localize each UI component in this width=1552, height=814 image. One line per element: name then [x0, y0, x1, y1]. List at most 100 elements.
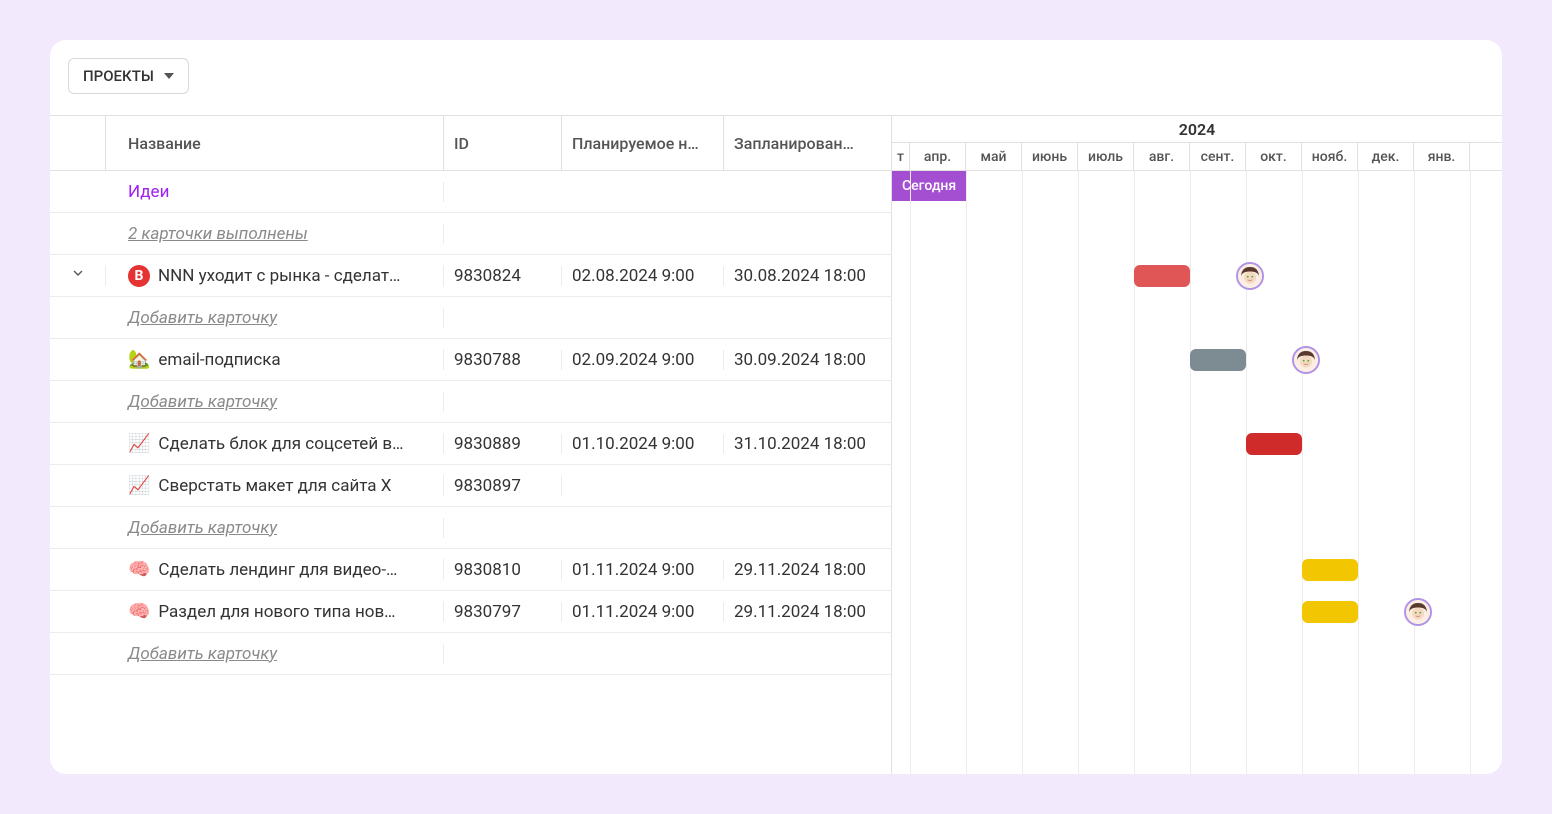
task-id-cell[interactable]: 9830810 — [444, 560, 562, 580]
months-header: тапр.майиюньиюльавг.сент.окт.нояб.дек.ян… — [892, 143, 1502, 171]
priority-badge: B — [128, 265, 150, 287]
table-row[interactable]: 📈 Сверстать макет для сайта Х 9830897 — [50, 465, 891, 507]
projects-dropdown-label: ПРОЕКТЫ — [83, 67, 154, 85]
month-cell: окт. — [1246, 143, 1302, 170]
grid-line — [910, 171, 911, 774]
month-cell: сент. — [1190, 143, 1246, 170]
task-start-cell[interactable]: 02.09.2024 9:00 — [562, 350, 724, 370]
timeline-pane[interactable]: 2024 тапр.майиюньиюльавг.сент.окт.нояб.д… — [892, 115, 1502, 774]
gantt-bar[interactable] — [1302, 559, 1358, 581]
month-cell: май — [966, 143, 1022, 170]
month-cell-partial: т — [892, 143, 910, 170]
done-cards-link[interactable]: 2 карточки выполнены — [106, 224, 444, 244]
assignee-avatar[interactable] — [1292, 346, 1320, 374]
group-title-row: Идеи — [50, 171, 891, 213]
gantt-bar[interactable] — [1302, 601, 1358, 623]
gantt-bar[interactable] — [1134, 265, 1190, 287]
task-emoji-icon: 🧠 — [128, 559, 150, 580]
grid-line — [1358, 171, 1359, 774]
add-card-link[interactable]: Добавить карточку — [106, 518, 444, 538]
add-card-row: Добавить карточку — [50, 507, 891, 549]
task-end-cell[interactable]: 30.08.2024 18:00 — [724, 266, 892, 286]
task-name-cell[interactable]: B NNN уходит с рынка - сделат… — [106, 265, 444, 287]
assignee-avatar[interactable] — [1404, 598, 1432, 626]
gantt-container: Название ID Планируемое н… Запланирован…… — [50, 115, 1502, 774]
gantt-bar[interactable] — [1246, 433, 1302, 455]
timeline-body: Сегодня — [892, 171, 1502, 774]
task-emoji-icon: 🏡 — [128, 349, 150, 370]
grid-line — [1078, 171, 1079, 774]
col-id-header[interactable]: ID — [444, 116, 562, 170]
add-card-link[interactable]: Добавить карточку — [106, 308, 444, 328]
row-toggle-cell[interactable] — [50, 265, 106, 286]
chevron-down-icon[interactable] — [70, 265, 86, 286]
grid-line — [1414, 171, 1415, 774]
avatar-icon — [1294, 347, 1318, 373]
add-card-row: Добавить карточку — [50, 633, 891, 675]
column-headers: Название ID Планируемое н… Запланирован… — [50, 115, 891, 171]
task-start-cell[interactable]: 01.11.2024 9:00 — [562, 602, 724, 622]
month-cell: июнь — [1022, 143, 1078, 170]
add-card-row: Добавить карточку — [50, 381, 891, 423]
task-name-cell[interactable]: 🧠 Раздел для нового типа нов… — [106, 601, 444, 622]
assignee-avatar[interactable] — [1236, 262, 1264, 290]
grid-line — [1302, 171, 1303, 774]
task-id-cell[interactable]: 9830897 — [444, 476, 562, 496]
task-name-cell[interactable]: 📈 Сделать блок для соцсетей в… — [106, 433, 444, 454]
task-start-cell[interactable]: 02.08.2024 9:00 — [562, 266, 724, 286]
table-row[interactable]: 🏡 email-подписка 983078802.09.2024 9:0030.… — [50, 339, 891, 381]
task-name-cell[interactable]: 🏡 email-подписка — [106, 349, 444, 370]
table-row[interactable]: B NNN уходит с рынка - сделат… 983082402.0… — [50, 255, 891, 297]
task-end-cell[interactable]: 31.10.2024 18:00 — [724, 434, 892, 454]
grid-line — [1190, 171, 1191, 774]
task-end-cell[interactable]: 29.11.2024 18:00 — [724, 602, 892, 622]
done-link-row: 2 карточки выполнены — [50, 213, 891, 255]
task-name: Сделать блок для соцсетей в… — [158, 434, 403, 454]
table-row[interactable]: 🧠 Сделать лендинг для видео-… 983081001.11… — [50, 549, 891, 591]
grid-line — [966, 171, 967, 774]
task-start-cell[interactable]: 01.10.2024 9:00 — [562, 434, 724, 454]
gantt-bar[interactable] — [1190, 349, 1246, 371]
task-id-cell[interactable]: 9830788 — [444, 350, 562, 370]
col-name-header[interactable]: Название — [106, 116, 444, 170]
year-header: 2024 — [892, 115, 1502, 143]
grid-line — [1470, 171, 1471, 774]
month-cell: нояб. — [1302, 143, 1358, 170]
task-name-cell[interactable]: 🧠 Сделать лендинг для видео-… — [106, 559, 444, 580]
app-window: ПРОЕКТЫ Название ID Планируемое н… Запла… — [50, 40, 1502, 774]
table-row[interactable]: 📈 Сделать блок для соцсетей в… 983088901.1… — [50, 423, 891, 465]
group-title[interactable]: Идеи — [106, 182, 444, 202]
task-name-cell[interactable]: 📈 Сверстать макет для сайта Х — [106, 475, 444, 496]
month-cell: июль — [1078, 143, 1134, 170]
col-end-header[interactable]: Запланирован… — [724, 116, 892, 170]
task-id-cell[interactable]: 9830889 — [444, 434, 562, 454]
task-id-cell[interactable]: 9830824 — [444, 266, 562, 286]
task-end-cell[interactable]: 30.09.2024 18:00 — [724, 350, 892, 370]
task-name: Раздел для нового типа нов… — [158, 602, 395, 622]
avatar-icon — [1238, 263, 1262, 289]
add-card-link[interactable]: Добавить карточку — [106, 392, 444, 412]
chevron-down-icon — [164, 73, 174, 79]
task-end-cell[interactable]: 29.11.2024 18:00 — [724, 560, 892, 580]
task-name: Сделать лендинг для видео-… — [158, 560, 397, 580]
month-cell: авг. — [1134, 143, 1190, 170]
task-name: email-подписка — [158, 350, 280, 370]
task-emoji-icon: 📈 — [128, 433, 150, 454]
table-row[interactable]: 🧠 Раздел для нового типа нов… 983079701.11… — [50, 591, 891, 633]
add-card-row: Добавить карточку — [50, 297, 891, 339]
table-pane: Название ID Планируемое н… Запланирован…… — [50, 115, 892, 774]
add-card-link[interactable]: Добавить карточку — [106, 644, 444, 664]
col-toggle-header — [50, 116, 106, 170]
grid-line — [1022, 171, 1023, 774]
month-cell: апр. — [910, 143, 966, 170]
task-name: Сверстать макет для сайта Х — [158, 476, 391, 496]
today-marker[interactable]: Сегодня — [892, 171, 966, 201]
task-id-cell[interactable]: 9830797 — [444, 602, 562, 622]
task-name: NNN уходит с рынка - сделат… — [158, 266, 400, 286]
task-emoji-icon: 🧠 — [128, 601, 150, 622]
projects-dropdown[interactable]: ПРОЕКТЫ — [68, 58, 189, 94]
month-cell: янв. — [1414, 143, 1470, 170]
col-start-header[interactable]: Планируемое н… — [562, 116, 724, 170]
task-start-cell[interactable]: 01.11.2024 9:00 — [562, 560, 724, 580]
task-emoji-icon: 📈 — [128, 475, 150, 496]
